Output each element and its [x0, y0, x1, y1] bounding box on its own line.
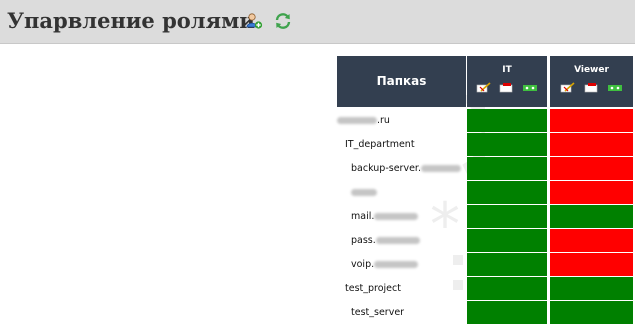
redacted-text: [374, 261, 419, 268]
page-header: Упарвление ролями: [0, 0, 635, 44]
redacted-text: [375, 237, 420, 244]
folder-name[interactable]: pass.: [351, 235, 420, 246]
folder-name[interactable]: IT_department: [345, 139, 415, 150]
permission-cell-it[interactable]: [467, 157, 547, 180]
permission-cell-it[interactable]: [467, 229, 547, 252]
page-title: Упарвление ролями: [7, 8, 255, 33]
role-header-viewer: Viewer: [550, 56, 633, 107]
permission-cell-viewer[interactable]: [550, 253, 633, 276]
redacted-text: [351, 189, 377, 196]
permission-cell-it[interactable]: [467, 133, 547, 156]
folder-access-icon[interactable]: [522, 82, 538, 93]
folder-access-icon[interactable]: [607, 82, 623, 93]
table-row: IT_department: [337, 133, 635, 157]
folder-name[interactable]: .ru: [337, 115, 390, 126]
table-row: .ru: [337, 109, 635, 133]
folder-view-icon[interactable]: [499, 82, 515, 93]
table-row: backup-server.: [337, 157, 635, 181]
table-row: [337, 181, 635, 205]
permission-cell-viewer[interactable]: [550, 133, 633, 156]
permission-cell-it[interactable]: [467, 181, 547, 204]
folder-name[interactable]: test_server: [351, 307, 404, 318]
table-row: test_server: [337, 301, 635, 325]
folder-name[interactable]: backup-server.: [351, 163, 461, 174]
refresh-icon[interactable]: [274, 12, 292, 30]
permission-cell-viewer[interactable]: [550, 157, 633, 180]
folder-column-label: Папкаs: [376, 74, 427, 88]
redacted-text: [374, 213, 419, 220]
permission-cell-viewer[interactable]: [550, 109, 633, 132]
permission-cell-viewer[interactable]: [550, 205, 633, 228]
folder-name[interactable]: voip.: [351, 259, 419, 270]
folder-name[interactable]: [351, 187, 377, 198]
permission-cell-it[interactable]: [467, 301, 547, 324]
permission-cell-it[interactable]: [467, 109, 547, 132]
role-header-it: IT: [467, 56, 547, 107]
folder-name[interactable]: test_project: [345, 283, 401, 294]
role-name: IT: [502, 65, 512, 75]
table-row: voip.: [337, 253, 635, 277]
redacted-text: [337, 117, 377, 124]
permission-cell-it[interactable]: [467, 253, 547, 276]
folder-column-header: Папкаs: [337, 56, 466, 107]
role-name: Viewer: [574, 65, 609, 75]
table-row: test_project: [337, 277, 635, 301]
permission-cell-viewer[interactable]: [550, 229, 633, 252]
redacted-text: [420, 165, 461, 172]
permission-cell-viewer[interactable]: [550, 277, 633, 300]
permission-cell-viewer[interactable]: [550, 181, 633, 204]
edit-folder-icon[interactable]: [476, 82, 492, 93]
folder-view-icon[interactable]: [584, 82, 600, 93]
permission-cell-viewer[interactable]: [550, 301, 633, 324]
folder-name[interactable]: mail.: [351, 211, 419, 222]
edit-folder-icon[interactable]: [560, 82, 576, 93]
permission-cell-it[interactable]: [467, 205, 547, 228]
add-user-icon[interactable]: [245, 12, 263, 30]
table-row: mail.: [337, 205, 635, 229]
permission-cell-it[interactable]: [467, 277, 547, 300]
table-row: pass.: [337, 229, 635, 253]
